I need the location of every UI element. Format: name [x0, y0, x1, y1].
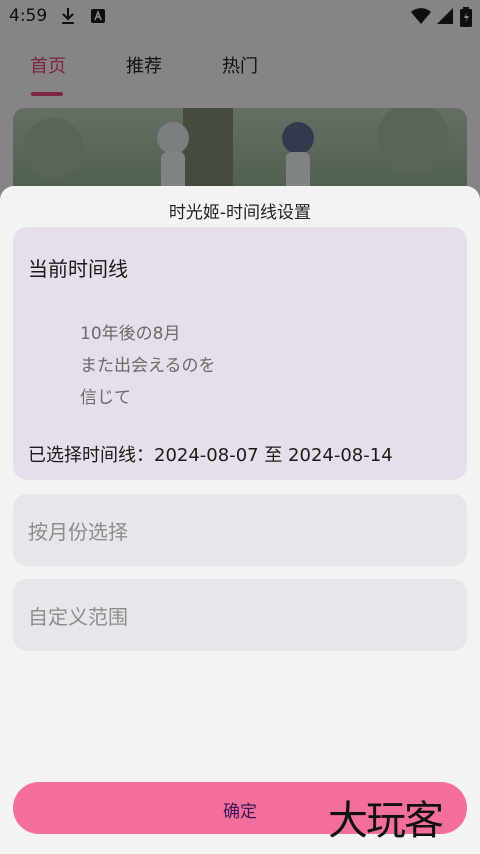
current-timeline-heading: 当前时间线: [28, 257, 128, 281]
sheet-title: 时光姬-时间线设置: [168, 203, 312, 223]
timeline-settings-sheet: 时光姬-时间线设置 当前时间线 10年後の8月 また出会えるのを 信じて 已选择…: [0, 186, 480, 854]
current-timeline-card: 当前时间线 10年後の8月 また出会えるのを 信じて 已选择时间线：2024-0…: [13, 227, 467, 480]
select-by-month-option[interactable]: 按月份选择: [13, 494, 467, 566]
selected-timeline-range: 已选择时间线：2024-08-07 至 2024-08-14: [28, 445, 393, 466]
option-label: 按月份选择: [28, 520, 128, 544]
quote-line: 10年後の8月: [80, 324, 181, 344]
option-label: 自定义范围: [28, 605, 128, 629]
watermark: 大玩客: [328, 798, 444, 844]
quote-line: また出会えるのを: [80, 356, 216, 376]
quote-line: 信じて: [80, 388, 131, 408]
custom-range-option[interactable]: 自定义范围: [13, 579, 467, 651]
